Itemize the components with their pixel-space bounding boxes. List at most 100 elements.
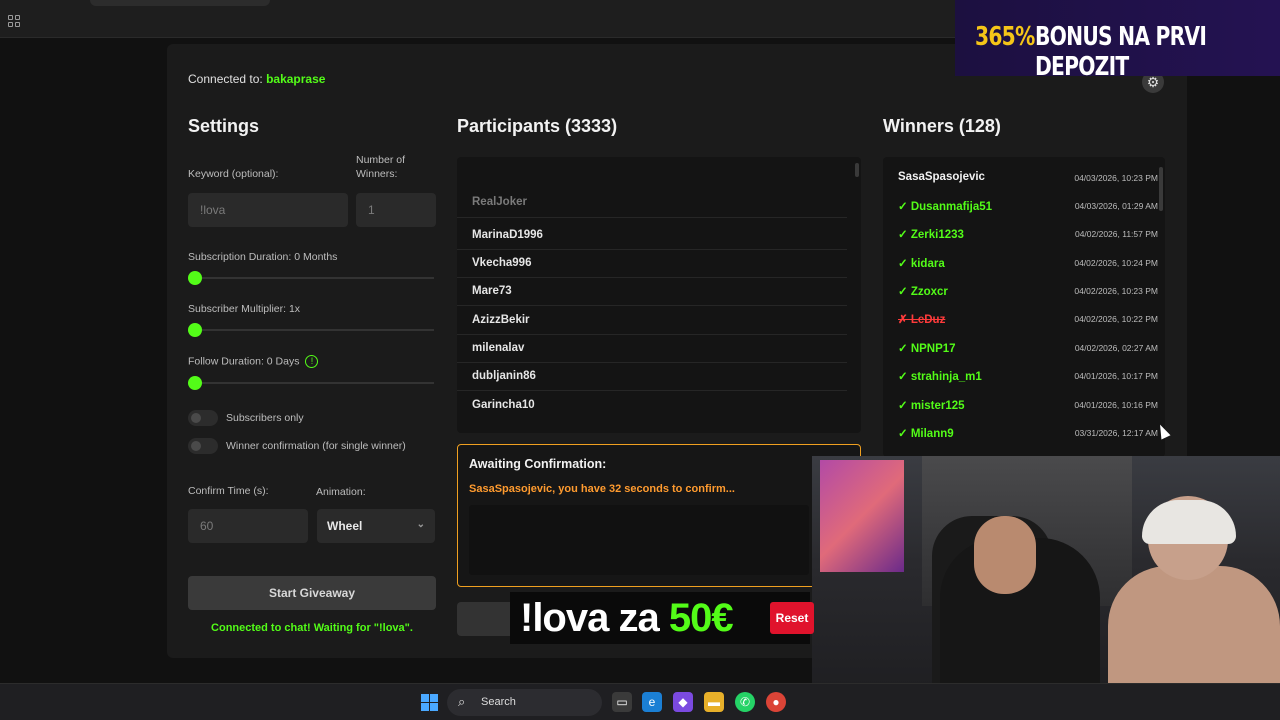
winners-count-label-1: Number of: [356, 154, 406, 166]
search-label: Search: [481, 696, 516, 708]
divider: [457, 305, 847, 306]
subscriber-multiplier-label: Subscriber Multiplier: 1x: [188, 303, 301, 315]
settings-title: Settings: [188, 116, 260, 136]
divider: [457, 249, 847, 250]
animation-select[interactable]: Wheel ⌄: [317, 509, 435, 543]
confirm-time-label: Confirm Time (s):: [188, 485, 269, 497]
promo-percent: 365%: [975, 22, 1035, 52]
chevron-down-icon: ⌄: [416, 519, 425, 530]
overlay-command: !lova za: [520, 596, 669, 640]
winner-name: ✗ LeDuz: [898, 314, 946, 326]
list-item: AzizzBekir: [472, 314, 530, 326]
start-giveaway-button[interactable]: Start Giveaway: [188, 576, 436, 610]
scrollbar[interactable]: [1159, 167, 1163, 211]
winner-name: SasaSpasojevic: [898, 171, 985, 183]
chat-status: Connected to chat! Waiting for "!lova".: [211, 622, 413, 634]
subscriber-multiplier-slider[interactable]: [188, 323, 434, 337]
list-item: milenalav: [472, 342, 525, 354]
keyword-input[interactable]: !lova: [188, 193, 348, 227]
file-explorer-icon[interactable]: ▬: [704, 692, 724, 712]
winner-row: ✓ Zzoxcr 04/02/2026, 10:23 PM: [898, 284, 1158, 304]
animation-selected-value: Wheel: [327, 519, 363, 533]
streamer-head: [974, 516, 1036, 594]
participants-title: Participants (3333): [457, 116, 618, 136]
draw-button[interactable]: [457, 602, 515, 636]
winner-confirmation-label: Winner confirmation (for single winner): [226, 440, 406, 452]
slider-handle[interactable]: [188, 376, 202, 390]
edge-icon[interactable]: e: [642, 692, 662, 712]
winner-name: ✓ Zerki1233: [898, 229, 964, 241]
promo-text: BONUS NA PRVI DEPOZIT: [1035, 22, 1207, 82]
list-item: MarinaD1996: [472, 229, 543, 241]
confirm-time-input[interactable]: 60: [188, 509, 308, 543]
divider: [457, 277, 847, 278]
windows-start-icon[interactable]: [421, 694, 438, 711]
browser-tab[interactable]: [90, 0, 270, 6]
chrome-icon[interactable]: ●: [766, 692, 786, 712]
channel-name: bakaprase: [266, 72, 326, 86]
winner-date: 04/03/2026, 01:29 AM: [1074, 201, 1158, 211]
divider: [457, 334, 847, 335]
winner-row: ✓ Dusanmafija51 04/03/2026, 01:29 AM: [898, 199, 1158, 219]
winner-date: 04/02/2026, 11:57 PM: [1074, 229, 1158, 239]
task-view-icon[interactable]: ▭: [612, 692, 632, 712]
winner-row: ✓ Milann9 03/31/2026, 12:17 AM: [898, 426, 1158, 446]
taskbar-search[interactable]: ⌕ Search: [447, 689, 602, 716]
winner-date: 03/31/2026, 12:17 AM: [1074, 428, 1158, 438]
animation-label: Animation:: [316, 486, 366, 498]
awaiting-confirmation-box: Awaiting Confirmation: SasaSpasojevic, y…: [457, 444, 861, 587]
winner-date: 04/02/2026, 10:24 PM: [1074, 258, 1158, 268]
stream-overlay-text: !lova za 50€: [510, 592, 810, 644]
winner-date: 04/03/2026, 10:23 PM: [1074, 173, 1158, 183]
search-icon: ⌕: [458, 694, 466, 709]
winner-date: 04/02/2026, 02:27 AM: [1074, 343, 1158, 353]
winner-name: ✓ kidara: [898, 258, 945, 270]
winner-name: ✓ NPNP17: [898, 343, 956, 355]
list-item: Mare73: [472, 285, 512, 297]
divider: [457, 390, 847, 391]
apps-grid-icon[interactable]: [8, 15, 20, 27]
keyword-label: Keyword (optional):: [188, 168, 279, 180]
follow-duration-slider[interactable]: [188, 376, 434, 390]
subscription-duration-slider[interactable]: [188, 271, 434, 285]
guest-cap: [1142, 500, 1236, 544]
promo-banner: 365% BONUS NA PRVI DEPOZIT: [955, 0, 1280, 82]
awaiting-message: SasaSpasojevic, you have 32 seconds to c…: [469, 483, 735, 495]
winner-row: ✓ kidara 04/02/2026, 10:24 PM: [898, 256, 1158, 276]
slider-handle[interactable]: [188, 323, 202, 337]
winner-name: ✓ Milann9: [898, 428, 954, 440]
winner-date: 04/02/2026, 10:22 PM: [1074, 314, 1158, 324]
winner-name: ✓ mister125: [898, 400, 965, 412]
overlay-amount: 50€: [668, 596, 734, 640]
follow-duration-text: Follow Duration: 0 Days: [188, 355, 300, 368]
winner-row: ✓ NPNP17 04/02/2026, 02:27 AM: [898, 341, 1158, 361]
winner-date: 04/01/2026, 10:17 PM: [1074, 371, 1158, 381]
follow-duration-label: Follow Duration: 0 Days!: [188, 355, 319, 368]
winner-name: ✓ Zzoxcr: [898, 286, 948, 298]
divider: [457, 217, 847, 218]
winner-confirmation-toggle[interactable]: [188, 438, 218, 454]
whatsapp-icon[interactable]: ✆: [735, 692, 755, 712]
info-icon[interactable]: !: [305, 355, 319, 368]
subscription-duration-label: Subscription Duration: 0 Months: [188, 251, 338, 263]
awaiting-title: Awaiting Confirmation:: [469, 457, 607, 471]
tv-screen: [820, 460, 904, 572]
list-item: Vkecha996: [472, 257, 532, 269]
winner-name: ✓ strahinja_m1: [898, 371, 982, 383]
winners-title: Winners (128): [883, 116, 1001, 136]
winner-name: ✓ Dusanmafija51: [898, 201, 993, 213]
winner-row: SasaSpasojevic 04/03/2026, 10:23 PM: [898, 171, 1158, 191]
copilot-icon[interactable]: ◆: [673, 692, 693, 712]
subscribers-only-label: Subscribers only: [226, 412, 304, 424]
list-item: RealJoker: [472, 196, 527, 208]
connection-status: Connected to: bakaprase: [188, 72, 325, 86]
winner-row: ✗ LeDuz 04/02/2026, 10:22 PM: [898, 312, 1158, 332]
winners-count-input[interactable]: 1: [356, 193, 436, 227]
winner-row: ✓ mister125 04/01/2026, 10:16 PM: [898, 398, 1158, 418]
subscribers-only-toggle[interactable]: [188, 410, 218, 426]
winner-date: 04/02/2026, 10:23 PM: [1074, 286, 1158, 296]
scrollbar[interactable]: [855, 163, 859, 177]
winner-date: 04/01/2026, 10:16 PM: [1074, 400, 1158, 410]
slider-handle[interactable]: [188, 271, 202, 285]
reset-button[interactable]: Reset: [770, 602, 814, 634]
